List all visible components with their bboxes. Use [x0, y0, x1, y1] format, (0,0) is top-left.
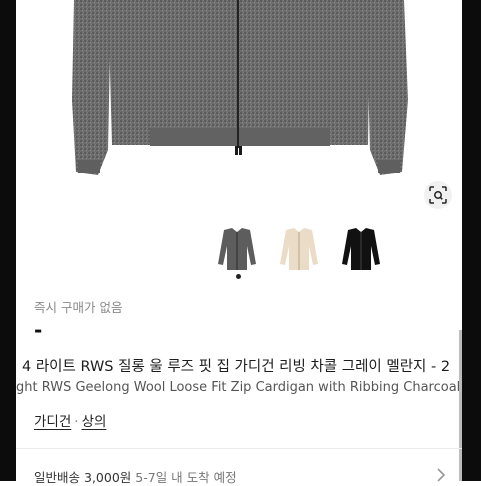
shipping-row[interactable]: 일반배송 3,000원 5-7일 내 도착 예정	[34, 467, 237, 486]
image-search-button[interactable]	[424, 181, 452, 209]
category-link-tops[interactable]: 상의	[82, 414, 107, 430]
shipping-eta: 5-7일 내 도착 예정	[135, 470, 237, 485]
left-frame	[0, 0, 16, 481]
shipping-method: 일반배송	[34, 470, 81, 485]
image-search-icon	[429, 186, 447, 204]
thumbnail-strip	[214, 224, 384, 274]
category-link-cardigan[interactable]: 가디건	[34, 414, 71, 430]
purchase-status: 즉시 구매가 없음	[34, 300, 123, 315]
chevron-right-icon[interactable]	[436, 467, 446, 486]
category-separator: ·	[74, 414, 79, 430]
right-frame	[462, 0, 481, 481]
category-breadcrumb: 가디건 · 상의	[34, 410, 106, 430]
scrollbar[interactable]	[459, 330, 462, 481]
shipping-fee: 3,000원	[84, 470, 132, 485]
product-image[interactable]	[16, 0, 462, 220]
thumbnail-black[interactable]	[338, 224, 384, 274]
product-title-english: ght RWS Geelong Wool Loose Fit Zip Cardi…	[16, 380, 461, 395]
divider	[16, 448, 462, 449]
thumbnail-charcoal[interactable]	[214, 224, 260, 274]
product-title-korean: 4 라이트 RWS 질롱 울 루즈 핏 집 가디건 리빙 차콜 그레이 멜란지 …	[22, 359, 451, 375]
thumbnail-beige[interactable]	[276, 224, 322, 274]
thumbnail-indicator	[236, 274, 241, 279]
product-price: -	[34, 318, 43, 342]
